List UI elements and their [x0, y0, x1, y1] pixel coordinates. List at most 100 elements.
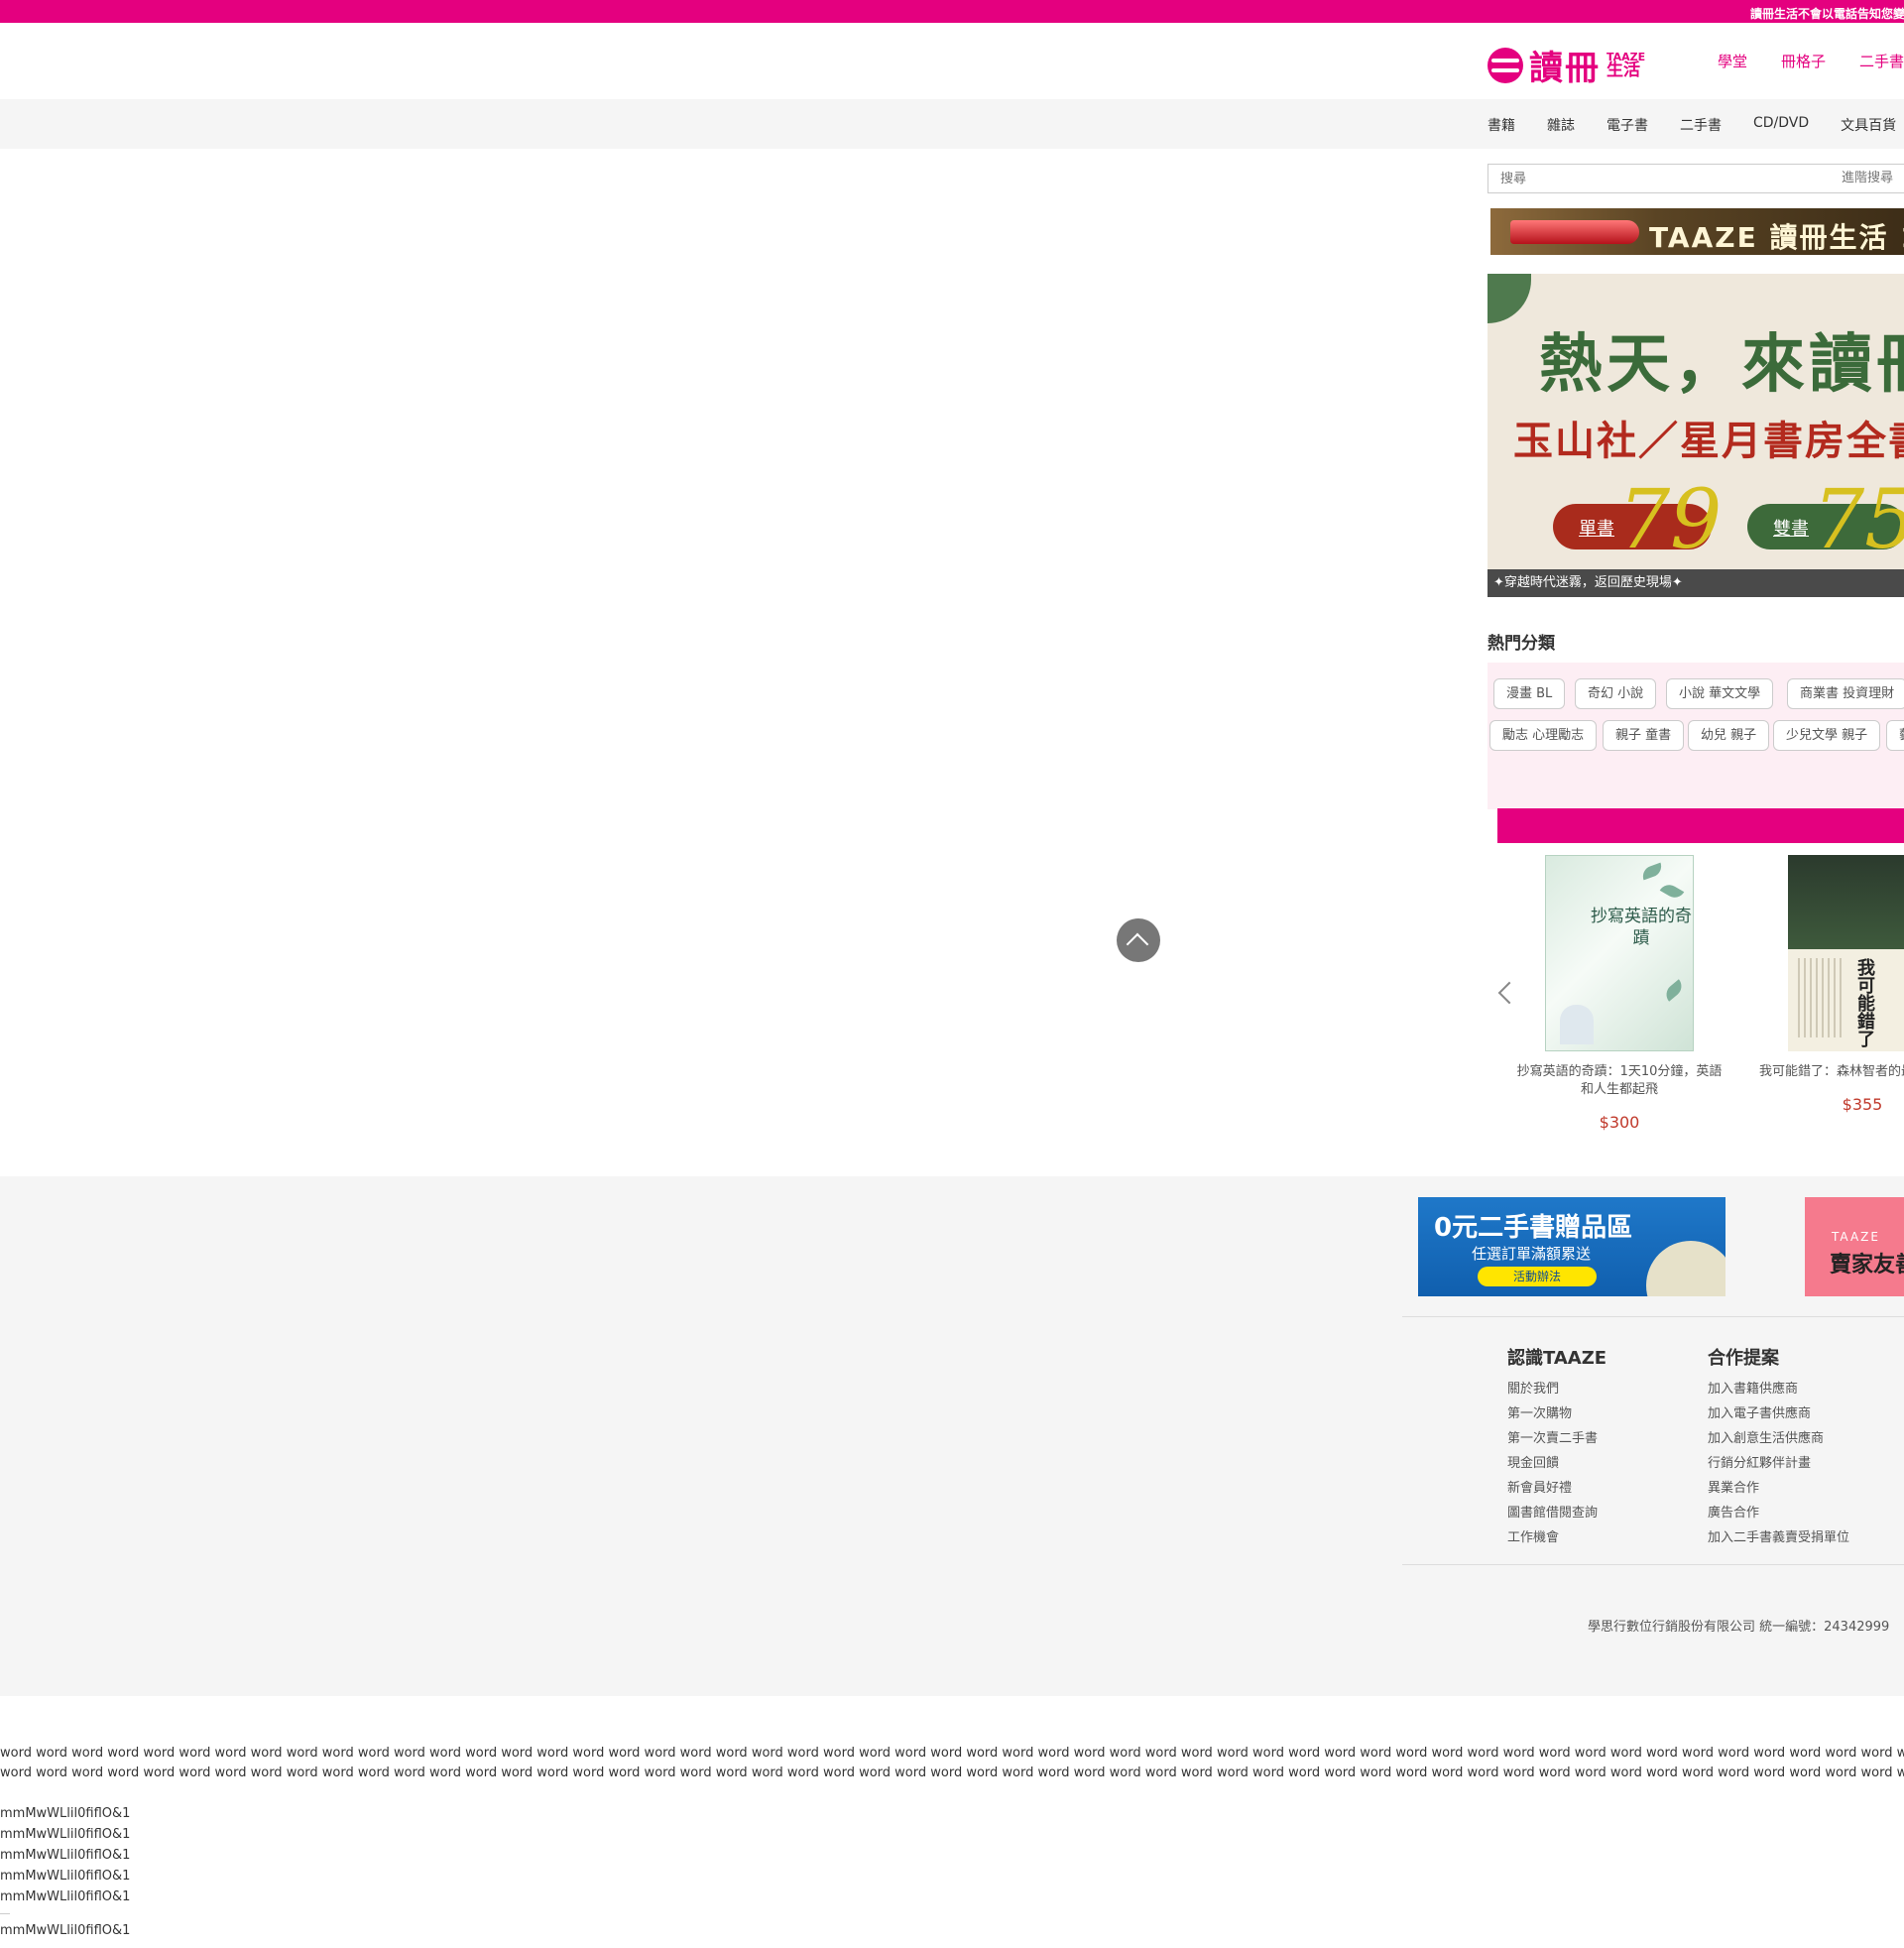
footer-link[interactable]: 加入電子書供應商 [1708, 1401, 1849, 1426]
tag-youth-literature[interactable]: 少兒文學 親子 [1773, 720, 1881, 751]
footer-divider [1402, 1316, 1904, 1317]
hero-banner[interactable]: 熱天，來讀冊 玉山社／星月書房全書 單書 79 雙書 75 ✦穿越時代迷霧，返回… [1488, 274, 1904, 597]
book-card[interactable]: 我可能錯了 我可能錯了：森林智者的最後一堂課 $355 [1748, 855, 1904, 1114]
category-cd-dvd[interactable]: CD/DVD [1753, 115, 1809, 135]
tag-chinese-fiction[interactable]: 小說 華文文學 [1666, 678, 1774, 709]
section-header-bar [1497, 808, 1904, 843]
rocket-illustration [1510, 220, 1639, 244]
site-logo[interactable]: 讀冊 TAAZE 生活 [1488, 41, 1645, 89]
book-title[interactable]: 我可能錯了：森林智者的最後一堂課 [1748, 1063, 1904, 1081]
footer-link[interactable]: 工作機會 [1507, 1525, 1606, 1550]
hero-single-label: 單書 [1579, 519, 1614, 540]
footer-link[interactable]: 加入書籍供應商 [1708, 1377, 1849, 1401]
category-books[interactable]: 書籍 [1488, 115, 1515, 135]
logo-sub-bottom: 生活 [1606, 60, 1640, 80]
footer-link[interactable]: 廣告合作 [1708, 1501, 1849, 1525]
hot-categories-title: 熱門分類 [1488, 634, 1555, 654]
filler-text: word word word word word word word word … [0, 1744, 1904, 1783]
tag-fantasy-novel[interactable]: 奇幻 小說 [1575, 678, 1657, 709]
promo-subtitle: 任選訂單滿額累送 [1472, 1245, 1592, 1263]
promo-title: 0元二手書贈品區 [1434, 1213, 1633, 1243]
anniversary-text: TAAZE 讀冊生活 14 周年慶 [1649, 221, 1904, 254]
category-used-books[interactable]: 二手書 [1680, 115, 1722, 135]
top-nav: 學堂 冊格子 二手書 [1718, 51, 1904, 71]
book-price: $355 [1842, 1095, 1883, 1115]
hot-categories-panel: 漫畫 BL 奇幻 小說 小說 華文文學 商業書 投資理財 勵志 心理勵志 親子 … [1488, 663, 1904, 809]
category-ebooks[interactable]: 電子書 [1606, 115, 1648, 135]
anniversary-banner[interactable]: TAAZE 讀冊生活 14 周年慶 [1490, 208, 1904, 255]
book-cover-title: 抄寫英語的奇蹟 [1591, 907, 1692, 949]
footer-link[interactable]: 行銷分紅夥伴計畫 [1708, 1451, 1849, 1476]
footer-link[interactable]: 異業合作 [1708, 1476, 1849, 1501]
search-input[interactable] [1488, 164, 1833, 193]
back-to-top-icon[interactable] [1117, 918, 1160, 962]
top-nav-used-books[interactable]: 二手書 [1859, 51, 1904, 71]
footer-column-title: 合作提案 [1708, 1348, 1779, 1369]
footer-link[interactable]: 關於我們 [1507, 1377, 1606, 1401]
category-nav: 書籍 雜誌 電子書 二手書 CD/DVD 文具百貨 [1488, 115, 1896, 135]
font-test-block: mmMwWLlil0fiflO&1 mmMwWLlil0fiflO&1 mmMw… [0, 1803, 130, 1941]
logo-text: 讀冊 [1529, 49, 1601, 88]
leaf-decoration [1659, 881, 1685, 902]
hero-corner-shape [1488, 274, 1531, 323]
site-header: 讀冊 TAAZE 生活 學堂 冊格子 二手書 [0, 23, 1904, 99]
book-cover[interactable]: 我可能錯了 [1788, 855, 1904, 1051]
category-bar: 書籍 雜誌 電子書 二手書 CD/DVD 文具百貨 [0, 99, 1904, 149]
tag-manga-bl[interactable]: 漫畫 BL [1493, 678, 1566, 709]
leaf-decoration [1662, 979, 1686, 1002]
hero-subtitle: 玉山社／星月書房全書 [1513, 419, 1904, 464]
promo-title: 賣家友善 [1830, 1253, 1904, 1278]
font-test-divider [0, 1913, 10, 1914]
top-nav-academy[interactable]: 學堂 [1718, 51, 1747, 71]
category-stationery[interactable]: 文具百貨 [1841, 115, 1896, 135]
footer-column-title: 認識TAAZE [1507, 1348, 1607, 1369]
font-test-line: mmMwWLlil0fiflO&1 [0, 1923, 131, 1938]
leaf-decoration [1639, 862, 1665, 881]
book-cover-title: 我可能錯了 [1854, 958, 1875, 1047]
tag-kids-books[interactable]: 親子 童書 [1603, 720, 1685, 751]
hero-caption: ✦穿越時代迷霧，返回歷史現場✦ [1488, 569, 1904, 597]
book-cover[interactable]: 抄寫英語的奇蹟 [1545, 855, 1694, 1051]
book-card[interactable]: 抄寫英語的奇蹟 抄寫英語的奇蹟：1天10分鐘，英語和人生都起飛 $300 [1505, 855, 1733, 1132]
category-magazines[interactable]: 雜誌 [1547, 115, 1575, 135]
footer-link[interactable]: 第一次賣二手書 [1507, 1426, 1606, 1451]
tag-business-finance[interactable]: 商業書 投資理財 [1787, 678, 1904, 709]
logo-sub: TAAZE 生活 [1606, 52, 1645, 79]
notice-bar: 讀冊生活不會以電話告知您變更付款方式 [0, 0, 1904, 23]
filler-line: word word word word word word word word … [0, 1765, 1904, 1780]
top-nav-bookstore[interactable]: 冊格子 [1781, 51, 1826, 71]
footer-column-partnership: 合作提案 加入書籍供應商 加入電子書供應商 加入創意生活供應商 行銷分紅夥伴計畫… [1708, 1344, 1849, 1550]
tag-toddler[interactable]: 幼兒 親子 [1688, 720, 1770, 751]
footer-link[interactable]: 第一次購物 [1507, 1401, 1606, 1426]
font-test-line: mmMwWLlil0fiflO&1 [0, 1827, 131, 1842]
footer-link[interactable]: 新會員好禮 [1507, 1476, 1606, 1501]
filler-line: word word word word word word word word … [0, 1746, 1904, 1761]
footer-link[interactable]: 加入創意生活供應商 [1708, 1426, 1849, 1451]
footer-column-about: 認識TAAZE 關於我們 第一次購物 第一次賣二手書 現金回饋 新會員好禮 圖書… [1507, 1344, 1606, 1550]
hero-double-value: 75 [1813, 473, 1904, 567]
promo-seller-friendly[interactable]: TAAZE 賣家友善 [1805, 1197, 1904, 1296]
footer-link[interactable]: 加入二手書義賣受捐單位 [1708, 1525, 1849, 1550]
logo-mark-icon [1488, 47, 1523, 83]
footer-link[interactable]: 圖書館借閱查詢 [1507, 1501, 1606, 1525]
advanced-search-button[interactable]: 進階搜尋 [1832, 164, 1904, 193]
cover-text-lines [1798, 958, 1842, 1037]
tag-art[interactable]: 藝 [1886, 720, 1904, 751]
book-title[interactable]: 抄寫英語的奇蹟：1天10分鐘，英語和人生都起飛 [1505, 1063, 1733, 1099]
hero-double-pill: 雙書 75 [1747, 480, 1904, 561]
hero-double-label: 雙書 [1773, 519, 1809, 540]
font-test-line: mmMwWLlil0fiflO&1 [0, 1806, 131, 1821]
notice-text: 讀冊生活不會以電話告知您變更付款方式 [1750, 7, 1904, 21]
font-test-line: mmMwWLlil0fiflO&1 [0, 1869, 131, 1884]
font-test-line: mmMwWLlil0fiflO&1 [0, 1848, 131, 1863]
footer-divider [1402, 1564, 1904, 1565]
promo-brand: TAAZE [1832, 1230, 1880, 1244]
tag-self-help[interactable]: 勵志 心理勵志 [1489, 720, 1598, 751]
promo-free-used-books[interactable]: 0元二手書贈品區 任選訂單滿額累送 活動辦法 [1418, 1197, 1726, 1296]
planet-illustration [1646, 1241, 1726, 1296]
hero-single-value: 79 [1618, 473, 1723, 567]
copyright-text: 學思行數位行銷股份有限公司 統一編號：24342999 [1588, 1620, 1890, 1635]
footer-link[interactable]: 現金回饋 [1507, 1451, 1606, 1476]
hero-single-pill: 單書 79 [1553, 480, 1722, 561]
promo-rules-button[interactable]: 活動辦法 [1478, 1267, 1597, 1286]
